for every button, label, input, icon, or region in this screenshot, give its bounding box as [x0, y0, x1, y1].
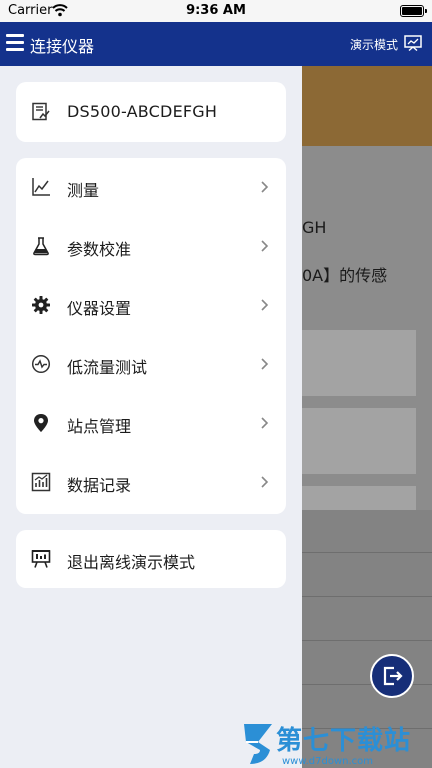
flask-icon [33, 237, 49, 256]
background-banner [302, 66, 432, 146]
battery-icon [400, 5, 427, 17]
chevron-right-icon [261, 181, 269, 193]
menu-card: 测量 参数校准 仪器设置 低流量测试 站点管理 数据记录 [16, 158, 286, 514]
menu-item-label: 低流量测试 [67, 358, 148, 377]
menu-item-label: 测量 [67, 181, 100, 200]
gear-icon [32, 296, 50, 314]
exit-demo-button[interactable]: 退出离线演示模式 [16, 530, 286, 588]
bar-chart-icon [31, 472, 51, 492]
background-text-sensor: 0A】的传感 [302, 266, 388, 285]
demo-mode-icon[interactable] [404, 35, 422, 51]
menu-item-low-flow-test[interactable]: 低流量测试 [16, 335, 286, 394]
menu-item-data-records[interactable]: 数据记录 [16, 453, 286, 512]
device-report-icon [32, 102, 50, 121]
chevron-right-icon [261, 358, 269, 370]
menu-item-label: 数据记录 [67, 476, 132, 495]
navbar: 连接仪器 演示模式 [0, 22, 432, 66]
side-drawer: DS500-ABCDEFGH 测量 参数校准 仪器设置 低流量测试 站点管理 数… [0, 66, 302, 768]
background-content: GH 0A】的传感 [302, 66, 432, 768]
watermark-title: 第七下载站 [276, 726, 412, 756]
menu-item-settings[interactable]: 仪器设置 [16, 276, 286, 335]
device-name: DS500-ABCDEFGH [67, 102, 218, 121]
pulse-icon [31, 354, 51, 374]
location-pin-icon [34, 414, 48, 432]
background-text-device: GH [302, 218, 327, 237]
line-chart-icon [32, 178, 50, 196]
menu-item-site-management[interactable]: 站点管理 [16, 394, 286, 453]
watermark-logo-icon [244, 724, 272, 764]
menu-item-label: 仪器设置 [67, 299, 132, 318]
hamburger-menu-icon[interactable] [6, 34, 24, 52]
chevron-right-icon [261, 240, 269, 252]
background-block [302, 330, 416, 396]
watermark-url: www.d7down.com [282, 756, 374, 767]
menu-item-label: 参数校准 [67, 240, 132, 259]
chevron-right-icon [261, 476, 269, 488]
exit-demo-label: 退出离线演示模式 [67, 553, 196, 572]
chevron-right-icon [261, 299, 269, 311]
demo-mode-label[interactable]: 演示模式 [350, 36, 398, 53]
menu-item-measure[interactable]: 测量 [16, 158, 286, 217]
page-title: 连接仪器 [30, 37, 95, 56]
presentation-icon [31, 550, 51, 568]
menu-item-calibration[interactable]: 参数校准 [16, 217, 286, 276]
status-bar: Carrier 9:36 AM [0, 0, 432, 22]
chevron-right-icon [261, 417, 269, 429]
background-block [302, 486, 416, 510]
exit-fab-button[interactable] [370, 654, 414, 698]
menu-item-label: 站点管理 [67, 417, 132, 436]
background-block [302, 408, 416, 474]
logout-icon [383, 666, 403, 686]
watermark: 第七下载站 www.d7down.com [236, 718, 432, 768]
device-card[interactable]: DS500-ABCDEFGH [16, 82, 286, 142]
status-time: 9:36 AM [186, 3, 246, 18]
